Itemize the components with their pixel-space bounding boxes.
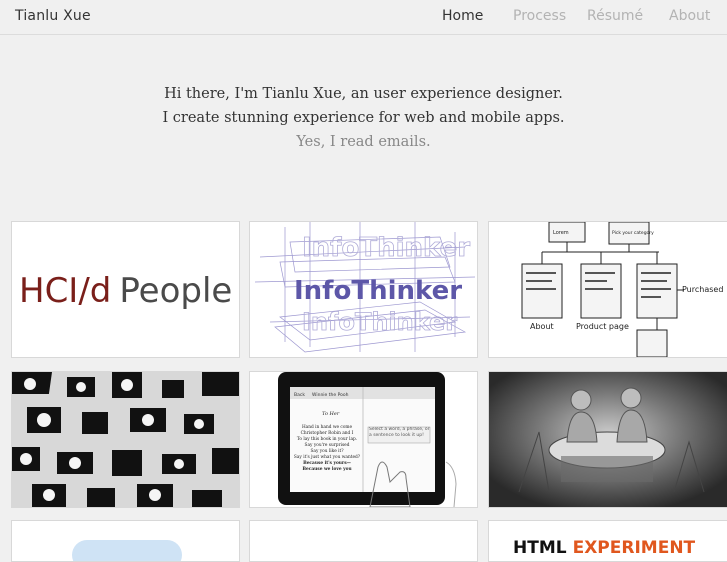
project-tile-infothinker[interactable]: InfoThinker InfoThinker InfoThinker (249, 221, 478, 358)
nav-resume[interactable]: Résumé (587, 8, 643, 24)
project-tile-flow[interactable]: Lorem Pick your category About Product p… (488, 221, 727, 358)
poem-line: Hand in hand we come (302, 425, 353, 430)
infothinker-thumbnail: InfoThinker InfoThinker InfoThinker (250, 222, 477, 357)
svg-text:HCI/dPeople: HCI/d People (19, 271, 232, 311)
infothinker-title: InfoThinker (294, 276, 462, 306)
poem-line: To lay this book in your lap. (297, 437, 357, 442)
flow-label-product: Product page (576, 322, 629, 331)
project-tile-row3-1[interactable] (11, 520, 240, 562)
intro-section: Hi there, I'm Tianlu Xue, an user experi… (0, 82, 727, 154)
poem-line: Because we love you (302, 467, 351, 472)
reader-back-button: Back (294, 392, 305, 398)
nav-process[interactable]: Process (513, 8, 566, 24)
hci-text: HCI/d (19, 271, 111, 311)
poem-line: Say it's just what you wanted? (294, 455, 361, 460)
project-tile-row3-2[interactable] (249, 520, 478, 562)
ipad-reader-thumbnail: Back Winnie the Pooh To Her Hand in hand… (250, 372, 477, 507)
hci-people-thumbnail: HCI/d People (12, 222, 239, 357)
typography-pattern-thumbnail (12, 372, 239, 507)
top-navigation-bar: Tianlu Xue Home Process Résumé About (0, 0, 727, 35)
nav-home[interactable]: Home (442, 8, 483, 24)
site-brand[interactable]: Tianlu Xue (15, 8, 91, 24)
people-text: People (119, 271, 232, 311)
infothinker-ghost-text: InfoThinker (302, 233, 470, 263)
poem-line: Christopher Robin and I (301, 431, 354, 436)
lookup-note: Select a word, a phrase, or a sentence t… (369, 427, 430, 438)
project-tile-ipad-reader[interactable]: Back Winnie the Pooh To Her Hand in hand… (249, 371, 478, 508)
reader-title: Winnie the Pooh (312, 392, 349, 398)
project-tile-sketch[interactable] (488, 371, 727, 508)
project-tile-html-experiment[interactable]: HTML EXPERIMENT (488, 520, 727, 562)
intro-line-1: Hi there, I'm Tianlu Xue, an user experi… (164, 86, 563, 102)
poem-title: To Her (322, 411, 340, 417)
flow-label-purchased: Purchased (682, 285, 723, 294)
infothinker-reflection-text: InfoThinker (302, 308, 457, 336)
poem-line: Say you like it? (310, 449, 344, 454)
flow-diagram-thumbnail: Lorem Pick your category About Product p… (489, 222, 727, 357)
poem-line: Because it's yours— (303, 461, 352, 466)
nav-about[interactable]: About (669, 8, 710, 24)
project-tile-typography[interactable] (11, 371, 240, 508)
poem-line: Say you're surprised (305, 443, 350, 448)
email-link[interactable]: Yes, I read emails. (0, 130, 727, 154)
html-text: HTML (513, 538, 567, 558)
sketch-illustration-thumbnail (489, 372, 727, 507)
intro-line-2: I create stunning experience for web and… (162, 110, 565, 126)
flow-box-2-text: Pick your category (612, 230, 654, 236)
flow-label-about: About (530, 322, 554, 331)
experiment-text: EXPERIMENT (573, 538, 696, 558)
svg-text:HTMLEXPERIMENT: HTML EXPERIMENT (513, 538, 696, 558)
project-tile-hci-people[interactable]: HCI/d People (11, 221, 240, 358)
flow-box-1-text: Lorem (553, 230, 569, 236)
